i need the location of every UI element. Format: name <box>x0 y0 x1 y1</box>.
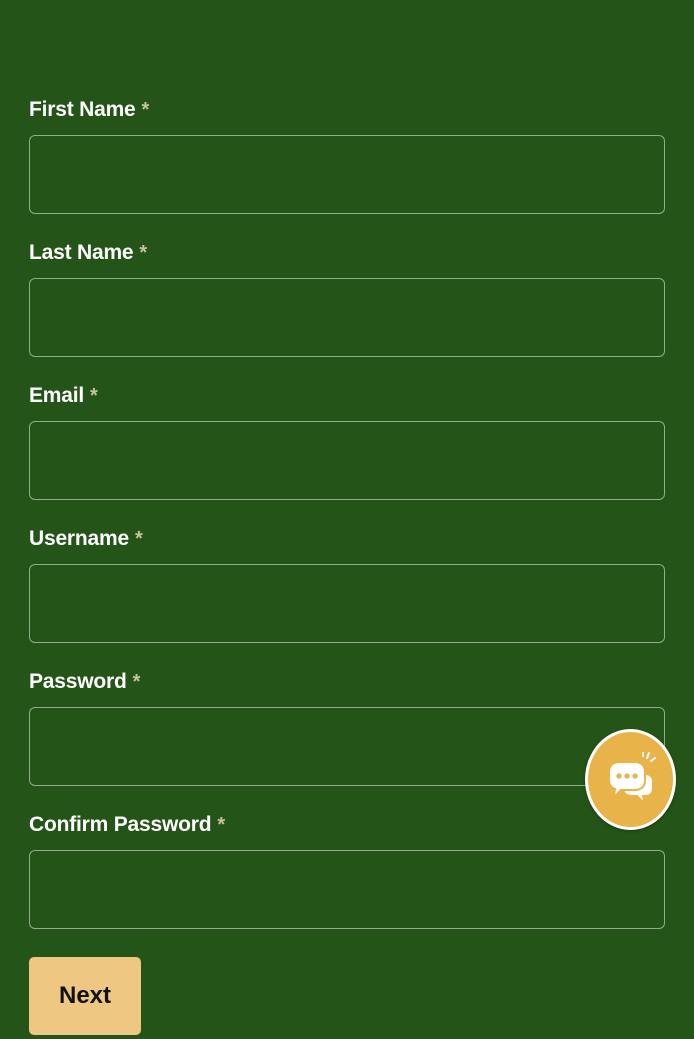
last-name-label: Last Name <box>29 241 134 264</box>
first-name-input[interactable] <box>29 135 665 214</box>
username-label-row: Username * <box>29 525 665 553</box>
last-name-input[interactable] <box>29 278 665 357</box>
required-asterisk: * <box>141 98 150 121</box>
chat-widget-button[interactable] <box>585 729 676 830</box>
confirm-password-label-row: Confirm Password * <box>29 811 665 839</box>
first-name-label: First Name <box>29 98 136 121</box>
username-field: Username * <box>29 525 665 643</box>
password-label: Password <box>29 670 127 693</box>
required-asterisk: * <box>139 241 148 264</box>
confirm-password-field: Confirm Password * <box>29 811 665 929</box>
first-name-field: First Name * <box>29 96 665 214</box>
required-asterisk: * <box>132 670 141 693</box>
username-label: Username <box>29 527 129 550</box>
last-name-field: Last Name * <box>29 239 665 357</box>
first-name-label-row: First Name * <box>29 96 665 124</box>
registration-form: First Name * Last Name * Email * Usernam… <box>29 96 665 929</box>
chat-bubble-icon <box>607 751 656 807</box>
password-label-row: Password * <box>29 668 665 696</box>
required-asterisk: * <box>217 813 226 836</box>
confirm-password-label: Confirm Password <box>29 813 212 836</box>
required-asterisk: * <box>90 384 98 407</box>
next-button[interactable]: Next <box>29 957 141 1035</box>
password-input[interactable] <box>29 707 665 786</box>
email-field: Email * <box>29 382 665 500</box>
email-label: Email <box>29 384 85 407</box>
email-label-row: Email * <box>29 382 665 410</box>
last-name-label-row: Last Name * <box>29 239 665 267</box>
required-asterisk: * <box>134 527 143 550</box>
username-input[interactable] <box>29 564 665 643</box>
password-field: Password * <box>29 668 665 786</box>
email-input[interactable] <box>29 421 665 500</box>
confirm-password-input[interactable] <box>29 850 665 929</box>
